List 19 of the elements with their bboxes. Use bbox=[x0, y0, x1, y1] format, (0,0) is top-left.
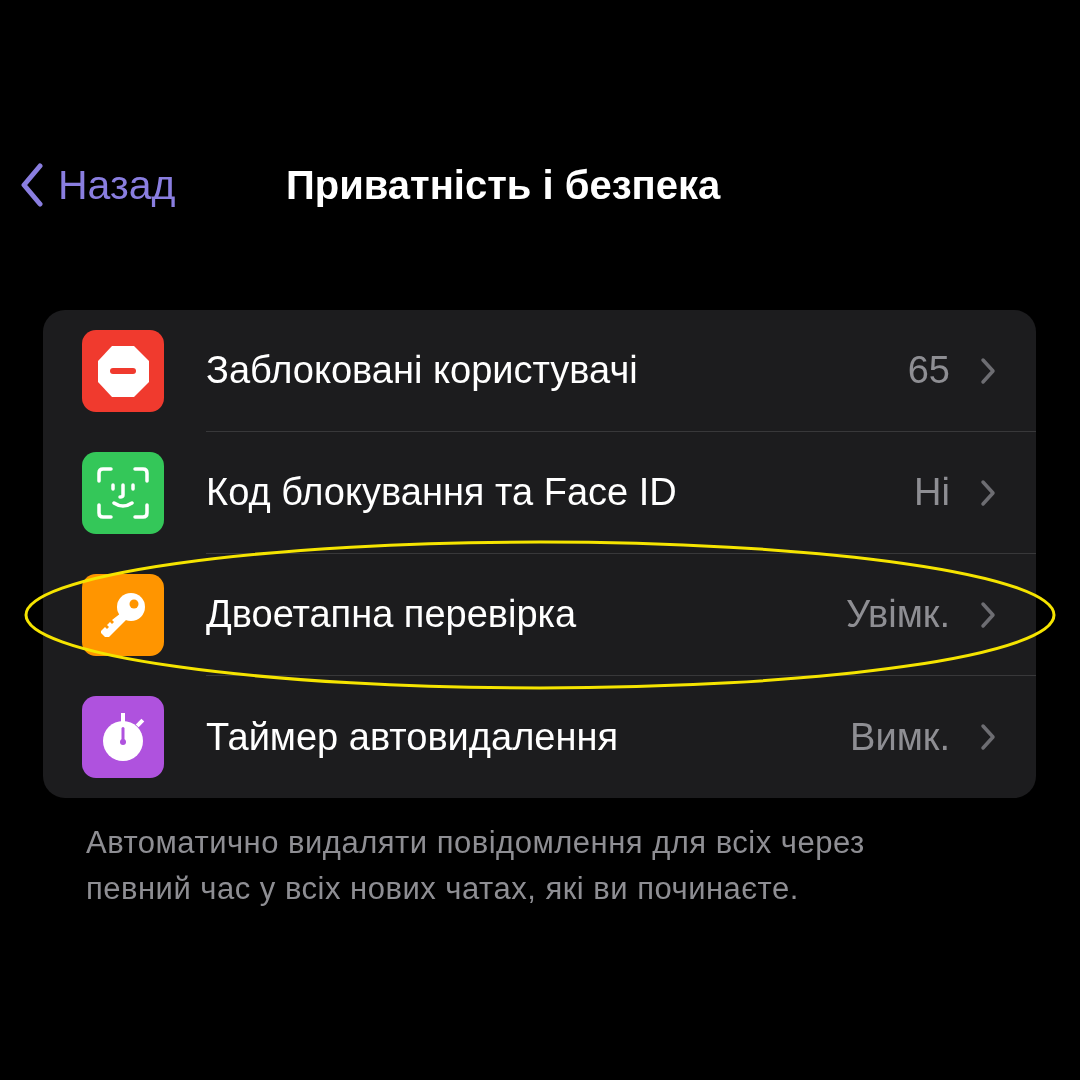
page-title: Приватність і безпека bbox=[286, 162, 721, 208]
row-label: Двоетапна перевірка bbox=[206, 593, 578, 636]
chevron-icon bbox=[980, 723, 996, 751]
footer-note: Автоматично видаляти повідомлення для всіх через певний час у всіх нових чатах, які ви починаєте. bbox=[86, 824, 866, 908]
row-label: Таймер автовидалення bbox=[206, 715, 619, 759]
settings-row[interactable]: Таймер автовидалення Вимк. bbox=[43, 676, 1036, 798]
row-value: Ні bbox=[914, 471, 950, 514]
row-value: 65 bbox=[907, 349, 950, 392]
chevron-icon bbox=[980, 600, 996, 629]
back-chevron-icon bbox=[20, 163, 44, 207]
row-value: Увімк. bbox=[846, 593, 950, 636]
row-label: Заблоковані користувачі bbox=[206, 349, 639, 392]
row-value: Вимк. bbox=[850, 715, 950, 759]
row-label: Код блокування та Face ID bbox=[206, 471, 678, 514]
settings-row[interactable]: Заблоковані користувачі 65 bbox=[43, 310, 1036, 432]
back-link[interactable]: Назад bbox=[20, 161, 286, 209]
chevron-icon bbox=[980, 356, 996, 385]
settings-row[interactable]: Код блокування та Face ID Ні bbox=[43, 432, 1036, 554]
chevron-icon bbox=[980, 478, 996, 507]
